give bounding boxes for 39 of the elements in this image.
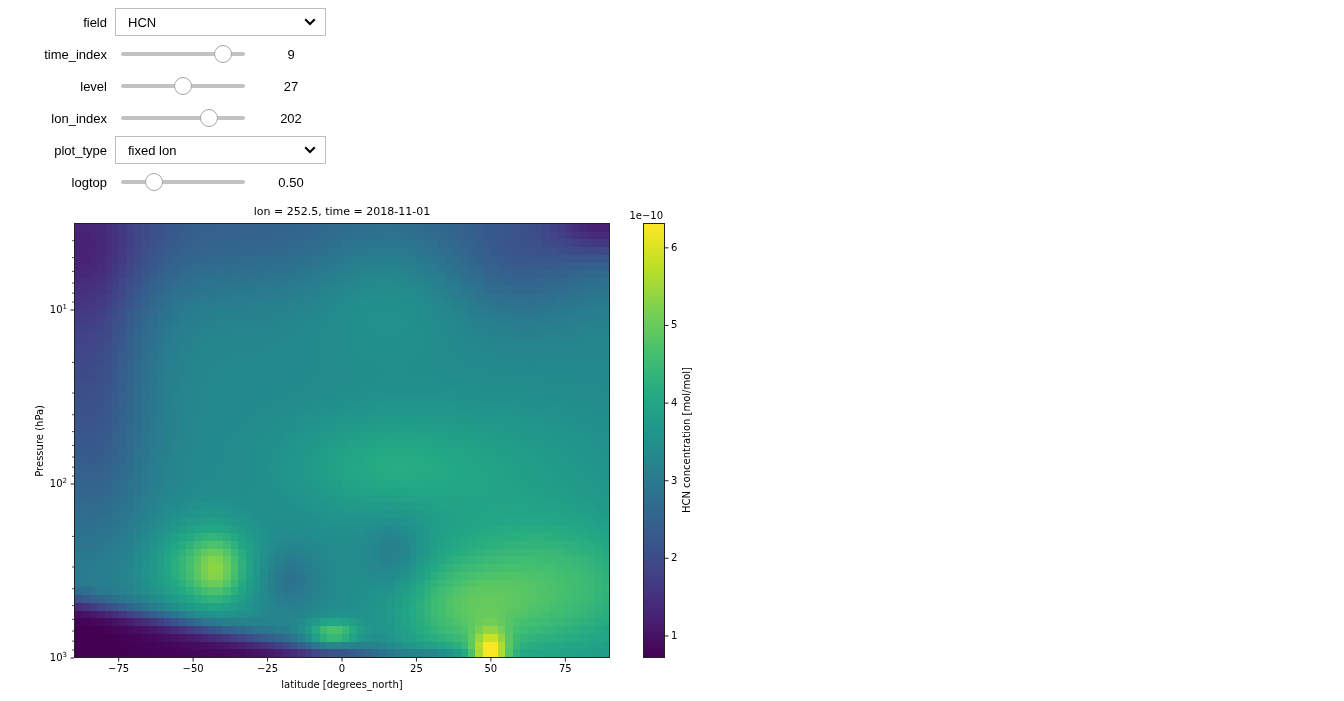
control-label: lon_index (51, 110, 107, 126)
tick-label: 2 (671, 552, 678, 564)
control-label: logtop (71, 174, 107, 190)
tick-label: −50 (182, 663, 204, 674)
tick-label: 10$^{1}$ (49, 304, 67, 315)
tick-label: 6 (671, 241, 678, 253)
slider-thumb[interactable] (145, 173, 164, 191)
tick-label: 5 (671, 319, 678, 331)
tick-label: 4 (671, 397, 678, 409)
slider-thumb[interactable] (174, 77, 192, 95)
slider-value: 9 (287, 46, 295, 62)
chevron-down-icon (304, 18, 316, 26)
control-label: plot_type (54, 142, 107, 158)
tick-label: 1 (671, 629, 678, 641)
tick-label: 50 (484, 663, 498, 674)
slider-value: 27 (283, 78, 299, 94)
slider-value: 0.50 (278, 174, 304, 190)
tick-label: 75 (558, 663, 572, 674)
dropdown[interactable]: HCN (115, 8, 326, 36)
x-axis-label: latitude [degrees_north] (281, 678, 403, 690)
tick-label: 25 (410, 663, 423, 674)
tick-label: −25 (257, 663, 279, 674)
control-label: time_index (44, 46, 107, 62)
slider-thumb[interactable] (213, 45, 232, 63)
y-axis-label: Pressure (hPa) (34, 404, 45, 477)
tick-label: 3 (671, 474, 678, 486)
control-label: field (83, 14, 107, 30)
control-label: level (80, 78, 107, 94)
dropdown[interactable]: fixed lon (115, 136, 326, 164)
tick-label: 10$^{3}$ (49, 652, 67, 663)
colorbar-label: HCN concentration [mol/mol] (681, 367, 692, 514)
chevron-down-icon (304, 146, 316, 154)
slider-value: 202 (280, 110, 302, 126)
tick-label: 10$^{2}$ (49, 478, 67, 489)
colorbar-offset-text: 1e−10 (629, 210, 663, 223)
tick-label: 0 (338, 663, 346, 674)
tick-label: −75 (108, 663, 130, 674)
plot-title: lon = 252.5, time = 2018-11-01 (253, 205, 431, 220)
slider-thumb[interactable] (200, 109, 219, 127)
